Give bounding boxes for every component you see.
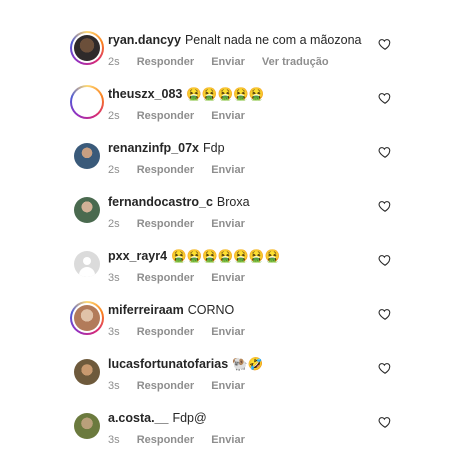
comment-row: lucasfortunatofarias 🐏🤣 3s Responder Envi…: [0, 355, 474, 412]
heart-outline-icon[interactable]: [378, 37, 392, 51]
comment-text: 🐏🤣: [232, 357, 264, 371]
comment-text: Fdp: [203, 141, 225, 155]
heart-outline-icon[interactable]: [378, 415, 392, 429]
comment-time: 3s: [108, 434, 120, 446]
comment-row: renanzinfp_07x Fdp 2s Responder Enviar: [0, 139, 474, 196]
comment-meta: 2s Responder Enviar: [108, 164, 259, 176]
send-button[interactable]: Enviar: [211, 218, 245, 230]
comment-text: CORNO: [187, 303, 235, 317]
default-avatar[interactable]: [70, 247, 104, 281]
send-button[interactable]: Enviar: [211, 56, 245, 68]
reply-button[interactable]: Responder: [137, 326, 194, 338]
comments-list: ryan.dancyy Penalt nada ne com a mãozona …: [0, 0, 474, 474]
comment-row: pxx_rayr4 🤮🤮🤮🤮🤮🤮🤮 3s Responder Enviar: [0, 247, 474, 304]
heart-outline-icon[interactable]: [378, 91, 392, 105]
comment-meta: 2s Responder Enviar: [108, 218, 259, 230]
comment-meta: 2s Responder Enviar Ver tradução: [108, 56, 343, 68]
comment-time: 2s: [108, 164, 120, 176]
comment-text: Penalt nada ne com a mãozona: [184, 33, 362, 47]
comment-text: 🤮🤮🤮🤮🤮: [186, 87, 265, 101]
comment-meta: 3s Responder Enviar: [108, 326, 259, 338]
comment-username[interactable]: fernandocastro_c Broxa: [108, 195, 250, 209]
comment-time: 2s: [108, 218, 120, 230]
comment-meta: 3s Responder Enviar: [108, 434, 259, 446]
reply-button[interactable]: Responder: [137, 272, 194, 284]
heart-outline-icon[interactable]: [378, 307, 392, 321]
comment-text: 🤮🤮🤮🤮🤮🤮🤮: [171, 249, 281, 263]
reply-button[interactable]: Responder: [137, 164, 194, 176]
comment-username[interactable]: lucasfortunatofarias 🐏🤣: [108, 357, 263, 372]
translate-button[interactable]: Ver tradução: [262, 56, 329, 68]
reply-button[interactable]: Responder: [137, 434, 194, 446]
comment-row: theuszx_083 🤮🤮🤮🤮🤮 2s Responder Enviar: [0, 85, 474, 142]
comment-row: miferreiraam CORNO 3s Responder Enviar: [0, 301, 474, 358]
comment-row: a.costa.__ Fdp@ 3s Responder Enviar: [0, 409, 474, 466]
reply-button[interactable]: Responder: [137, 218, 194, 230]
comment-time: 3s: [108, 326, 120, 338]
avatar[interactable]: [70, 409, 104, 443]
send-button[interactable]: Enviar: [211, 326, 245, 338]
comment-username[interactable]: ryan.dancyy Penalt nada ne com a mãozona: [108, 33, 361, 47]
comment-row: ryan.dancyy Penalt nada ne com a mãozona …: [0, 31, 474, 88]
comment-time: 3s: [108, 272, 120, 284]
comment-username[interactable]: miferreiraam CORNO: [108, 303, 234, 317]
comment-meta: 2s Responder Enviar: [108, 110, 259, 122]
avatar[interactable]: [70, 193, 104, 227]
reply-button[interactable]: Responder: [137, 110, 194, 122]
avatar[interactable]: [70, 355, 104, 389]
comment-time: 3s: [108, 380, 120, 392]
story-ring-avatar[interactable]: [70, 85, 104, 119]
comment-time: 2s: [108, 110, 120, 122]
comment-time: 2s: [108, 56, 120, 68]
comment-username[interactable]: renanzinfp_07x Fdp: [108, 141, 225, 155]
send-button[interactable]: Enviar: [211, 434, 245, 446]
send-button[interactable]: Enviar: [211, 380, 245, 392]
story-ring-avatar[interactable]: [70, 31, 104, 65]
comment-username[interactable]: pxx_rayr4 🤮🤮🤮🤮🤮🤮🤮: [108, 249, 280, 264]
comment-meta: 3s Responder Enviar: [108, 272, 259, 284]
send-button[interactable]: Enviar: [211, 110, 245, 122]
comment-row: fernandocastro_c Broxa 2s Responder Envia…: [0, 193, 474, 250]
reply-button[interactable]: Responder: [137, 56, 194, 68]
comment-meta: 3s Responder Enviar: [108, 380, 259, 392]
reply-button[interactable]: Responder: [137, 380, 194, 392]
story-ring-avatar[interactable]: [70, 301, 104, 335]
comment-text: Broxa: [216, 195, 250, 209]
heart-outline-icon[interactable]: [378, 145, 392, 159]
heart-outline-icon[interactable]: [378, 253, 392, 267]
comment-username[interactable]: a.costa.__ Fdp@: [108, 411, 207, 425]
comment-username[interactable]: theuszx_083 🤮🤮🤮🤮🤮: [108, 87, 264, 102]
heart-outline-icon[interactable]: [378, 361, 392, 375]
heart-outline-icon[interactable]: [378, 199, 392, 213]
send-button[interactable]: Enviar: [211, 272, 245, 284]
send-button[interactable]: Enviar: [211, 164, 245, 176]
comment-text: Fdp@: [172, 411, 207, 425]
avatar[interactable]: [70, 139, 104, 173]
